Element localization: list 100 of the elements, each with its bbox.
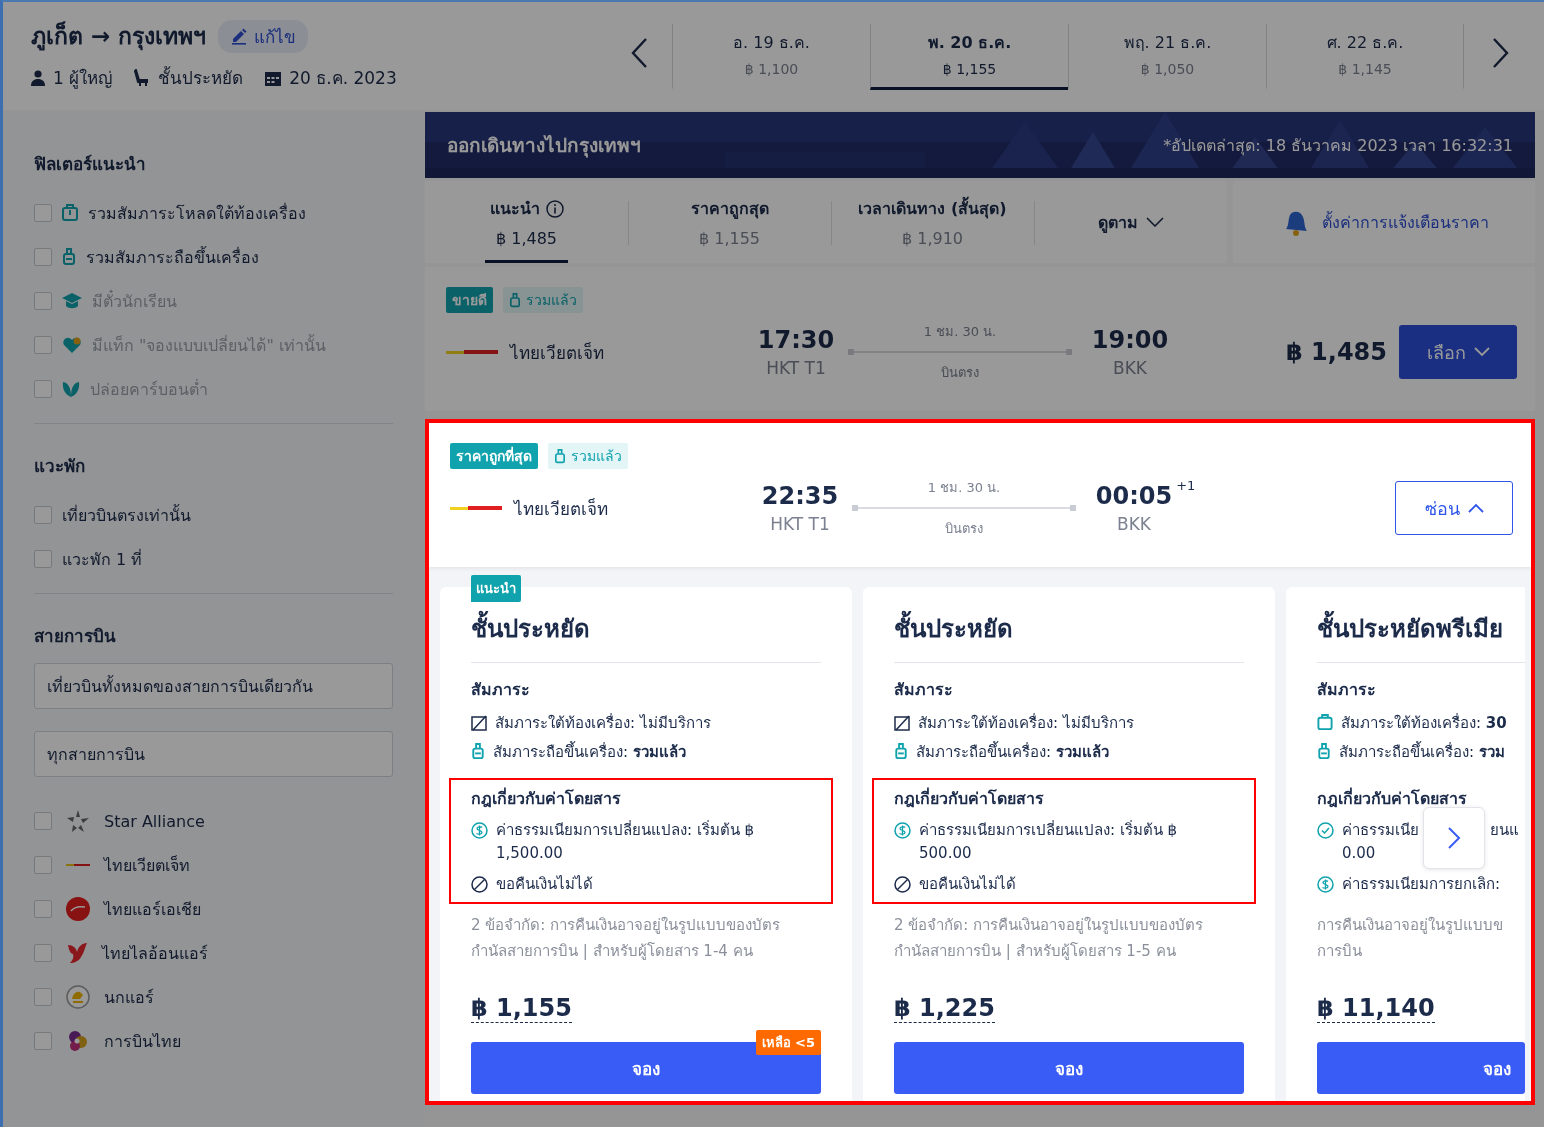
checkbox[interactable] (34, 506, 52, 524)
flight-tag: รวมแล้ว (548, 443, 628, 469)
baggage-info: สัมภาระถือขึ้นเครื่อง: รวมแล้ว (493, 740, 686, 763)
trolley-bag-icon (62, 248, 76, 266)
prohibited-icon (471, 876, 488, 893)
date-tab[interactable]: อ. 19 ธ.ค. ฿ 1,100 (672, 24, 870, 90)
fare-rule: ค่าธรรมเนียมการยกเลิก: (1342, 874, 1501, 895)
section-heading: สัมภาระ (894, 679, 954, 701)
airline-logo-icon (66, 897, 90, 921)
graduation-cap-icon (62, 293, 82, 309)
fare-title: ชั้นประหยัดพรีเมีย (1317, 609, 1525, 663)
checkbox[interactable] (34, 204, 52, 222)
airline-logo-icon (66, 862, 90, 868)
section-heading: กฎเกี่ยวกับค่าโดยสาร (1317, 786, 1468, 810)
fare-restrictions: 2 ข้อจำกัด: การคืนเงินอาจอยู่ในรูปแบบของบัตร กำนัลสายการบิน | สำหรับผู้โดยสาร 1-5 คน (894, 915, 1205, 962)
select-field[interactable]: เที่ยวบินทั้งหมดของสายการบินเดียวกัน (34, 663, 393, 709)
airline-logo-icon (66, 1030, 90, 1052)
star-logo-icon (66, 810, 90, 832)
person-icon (31, 69, 45, 86)
flight-duration: 1 ชม. 30 น. (927, 479, 1001, 497)
fare-rule: ค่าธรรมเนีย 0.00 (1342, 820, 1419, 864)
cabin-class: ชั้นประหยัด (158, 65, 244, 90)
stops-label: บินตรง (945, 520, 983, 538)
flight-tag: ขายดี (446, 287, 493, 313)
filter-heading: สายการบิน (34, 625, 117, 648)
passenger-count: 1 ผู้ใหญ่ (53, 67, 113, 91)
fare-restrictions: 2 ข้อจำกัด: การคืนเงินอาจอยู่ในรูปแบบของบัตร กำนัลสายการบิน | สำหรับผู้โดยสาร 1-4 คน (471, 915, 782, 962)
filter-heading: แวะพัก (34, 455, 86, 478)
arrival-time: 19:00 (1091, 326, 1169, 354)
checkbox[interactable] (34, 944, 52, 962)
results-title: ออกเดินทางไปกรุงเทพฯ (447, 133, 641, 160)
seat-icon (134, 68, 151, 87)
stops-label: บินตรง (941, 364, 979, 382)
trolley-bag-icon (471, 743, 485, 760)
departure-time: 17:30 (757, 326, 835, 354)
filter-option: ไทยเวียตเจ็ท (104, 852, 190, 878)
date-tab[interactable]: พฤ. 21 ธ.ค. ฿ 1,050 (1068, 24, 1266, 90)
flight-duration: 1 ชม. 30 น. (923, 323, 997, 341)
book-button[interactable]: จอง (894, 1042, 1244, 1094)
select-field[interactable]: ทุกสายการบิน (34, 731, 393, 777)
checkbox[interactable] (34, 900, 52, 918)
suitcase-icon (62, 204, 78, 222)
select-button[interactable]: เลือก (1399, 325, 1517, 379)
trolley-bag-icon (509, 292, 521, 308)
price-alert-button[interactable]: ตั้งค่าการแจ้งเตือนราคา (1233, 181, 1535, 263)
travel-date: 20 ธ.ค. 2023 (289, 67, 397, 90)
fare-price: ฿ 1,155 (471, 994, 572, 1023)
bird-logo-icon (66, 941, 88, 965)
chevron-right-icon (1447, 826, 1461, 850)
airline-name: ไทยเวียตเจ็ท (514, 497, 608, 521)
check-circle-icon (1317, 822, 1334, 839)
checkbox[interactable] (34, 856, 52, 874)
fare-restrictions: การคืนเงินอาจอยู่ในรูปแบบข การบิน (1317, 915, 1504, 962)
fare-rule: ยนแ (1490, 820, 1519, 841)
chevron-down-icon (1145, 217, 1164, 227)
trolley-bag-icon (894, 743, 908, 760)
filter-option: เที่ยวบินตรงเท่านั้น (62, 502, 191, 528)
checkbox[interactable] (34, 1032, 52, 1050)
dollar-icon (471, 822, 488, 839)
arrival-airport: BKK (1117, 514, 1151, 534)
flight-tag: ราคาถูกที่สุด (450, 443, 538, 469)
no-suitcase-icon (894, 714, 910, 731)
baggage-info: สัมภาระถือขึ้นเครื่อง: รวมแล้ว (916, 740, 1109, 763)
section-heading: สัมภาระ (1317, 679, 1377, 701)
recommended-badge: แนะนำ (471, 575, 521, 602)
arrival-time: 00:05 (1095, 482, 1173, 510)
filter-option: การบินไทย (104, 1028, 181, 1054)
trolley-bag-icon (1317, 743, 1331, 760)
section-heading: กฎเกี่ยวกับค่าโดยสาร (894, 786, 1045, 810)
book-button[interactable]: จอง (1317, 1042, 1525, 1094)
filter-option: รวมสัมภาระโหลดใต้ท้องเครื่อง (88, 200, 306, 226)
filter-heading: ฟิลเตอร์แนะนำ (34, 153, 147, 176)
route-title: ภูเก็ต → กรุงเทพฯ (31, 20, 207, 53)
date-tab[interactable]: พ. 20 ธ.ค. ฿ 1,155 (870, 24, 1068, 90)
fare-title: ชั้นประหยัด (894, 609, 1244, 663)
seats-left-badge: เหลือ <5 (755, 1030, 821, 1055)
flight-price: ฿ 1,485 (1286, 338, 1387, 366)
filter-option: ไทยแอร์เอเชีย (104, 896, 201, 922)
checkbox[interactable] (34, 988, 52, 1006)
no-suitcase-icon (471, 714, 487, 731)
sort-menu[interactable]: ดูตาม (1034, 181, 1227, 263)
filter-option: ไทยไลอ้อนแอร์ (102, 940, 208, 966)
dollar-icon (894, 822, 911, 839)
baggage-info: สัมภาระใต้ท้องเครื่อง: ไม่มีบริการ (918, 712, 1134, 734)
trolley-bag-icon (554, 448, 566, 464)
sort-tab[interactable]: เวลาเดินทาง (สั้นสุด) ฿ 1,910 (831, 181, 1034, 263)
fare-price: ฿ 1,225 (894, 994, 995, 1023)
sort-tab[interactable]: ราคาถูกสุด ฿ 1,155 (628, 181, 831, 263)
fare-rule: ค่าธรรมเนียมการเปลี่ยนแปลง: เริ่มต้น ฿ 1,500.00 (496, 819, 755, 864)
chevron-up-icon (1467, 503, 1484, 513)
suitcase-icon (1317, 714, 1333, 731)
edit-button[interactable]: แก้ไข (218, 19, 309, 53)
checkbox[interactable] (34, 248, 52, 266)
checkbox[interactable] (34, 550, 52, 568)
pencil-icon (230, 27, 249, 45)
sort-tab[interactable]: แนะนำ ฿ 1,485 (425, 181, 628, 263)
date-tab[interactable]: ศ. 22 ธ.ค. ฿ 1,145 (1266, 24, 1464, 90)
checkbox[interactable] (34, 812, 52, 830)
select-button[interactable]: ซ่อน (1395, 481, 1513, 535)
next-arrow-button[interactable] (1423, 807, 1485, 869)
